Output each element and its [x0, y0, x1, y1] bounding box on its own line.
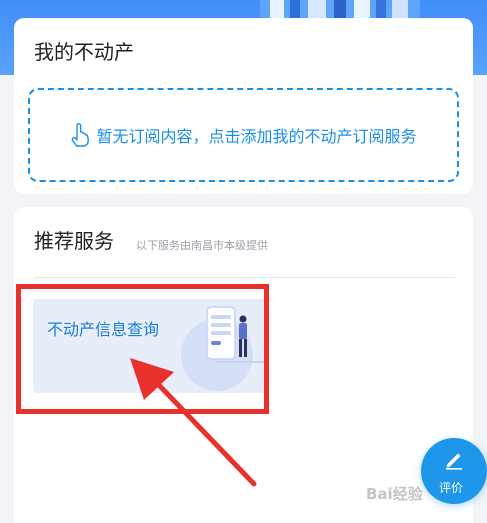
- subscribe-prompt-text: 暂无订阅内容，点击添加我的不动产订阅服务: [96, 127, 417, 146]
- service-provider-note: 以下服务由南昌市本级提供: [136, 239, 268, 252]
- service-tile-label: 不动产信息查询: [47, 320, 160, 339]
- divider: [34, 277, 455, 278]
- hand-pointer-icon: [72, 123, 90, 147]
- recommended-title: 推荐服务: [34, 229, 114, 253]
- service-tile-property-info-query[interactable]: 不动产信息查询: [33, 299, 268, 393]
- add-subscription-button[interactable]: 暂无订阅内容，点击添加我的不动产订阅服务: [28, 88, 459, 182]
- pencil-icon: [446, 453, 462, 470]
- rate-button-label: 评价: [439, 481, 464, 495]
- recommended-services-card: 推荐服务 以下服务由南昌市本级提供 不动产信息查询: [14, 207, 473, 523]
- page: 我的不动产 暂无订阅内容，点击添加我的不动产订阅服务 推荐服务 以下服务由南昌市…: [0, 0, 487, 523]
- phone-person-illustration: [181, 306, 265, 391]
- my-property-title: 我的不动产: [34, 40, 134, 64]
- my-property-card: 我的不动产 暂无订阅内容，点击添加我的不动产订阅服务: [14, 18, 473, 194]
- rate-button[interactable]: 评价: [421, 438, 487, 504]
